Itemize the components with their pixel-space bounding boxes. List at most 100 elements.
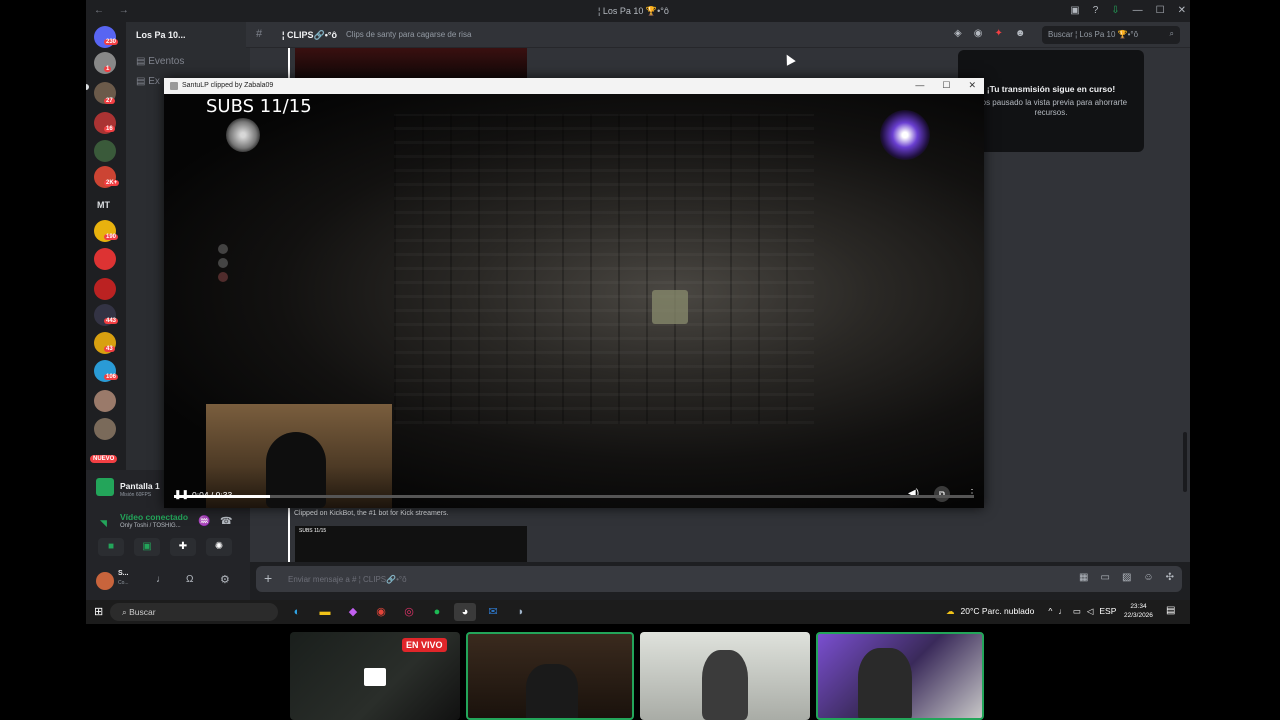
network-icon[interactable]: ▭ xyxy=(1073,606,1081,617)
inbox-icon[interactable]: ▣ xyxy=(1070,5,1079,16)
server-badge: 443 xyxy=(104,318,119,324)
monitor-icon xyxy=(364,668,386,686)
maximize-button[interactable]: ☐ xyxy=(1156,5,1165,16)
screen-share-icon xyxy=(96,478,114,496)
members-icon[interactable]: ☻ xyxy=(1015,28,1026,39)
close-button[interactable]: ✕ xyxy=(1178,5,1186,16)
chrome-icon[interactable]: ◉ xyxy=(370,603,392,621)
hash-icon: # xyxy=(256,28,263,40)
soundboard-button[interactable]: ✺ xyxy=(206,538,232,556)
new-badge: NUEVO xyxy=(90,455,118,463)
notice-heading: ¡Tu transmisión sigue en curso! xyxy=(986,84,1116,94)
player-maximize-button[interactable]: ☐ xyxy=(942,80,950,91)
user-name: S... xyxy=(118,570,129,577)
language-indicator[interactable]: ESP xyxy=(1099,606,1116,617)
server-icon[interactable] xyxy=(94,248,116,270)
server-icon[interactable] xyxy=(94,140,116,162)
channel-ex[interactable]: ▤ Ex xyxy=(136,76,160,87)
mic-tray-icon[interactable]: ♩ xyxy=(1058,606,1067,617)
noise-suppression-icon[interactable]: ♒ xyxy=(198,516,210,527)
server-name[interactable]: Los Pa 10... xyxy=(136,30,186,40)
clip-thumbnail[interactable] xyxy=(295,48,527,78)
camera-button[interactable]: ■ xyxy=(98,538,124,556)
gif-icon[interactable]: ▭ xyxy=(1100,572,1109,583)
brick-wall xyxy=(394,114,814,424)
clip-embed-bar xyxy=(288,48,290,78)
mt-server-label[interactable]: MT xyxy=(97,200,110,210)
screen-share-row[interactable]: Pantalla 1 Misión 60FPS xyxy=(96,478,160,498)
voice-status: Vídeo conectado xyxy=(120,512,189,522)
settings-icon[interactable]: ⚙ xyxy=(220,573,230,586)
dm-badge: 230 xyxy=(104,39,119,45)
title-bar: ← → ¦ Los Pa 10 🏆•°ô ▣ ? ⇩ — ☐ ✕ xyxy=(86,0,1190,22)
chevron-up-icon[interactable]: ^ xyxy=(1048,606,1052,617)
share-screen-button[interactable]: ▣ xyxy=(134,538,160,556)
player-close-button[interactable]: ✕ xyxy=(968,80,976,91)
sticker-icon[interactable]: ▨ xyxy=(1122,572,1131,583)
disconnect-icon[interactable]: ☎ xyxy=(220,516,232,527)
channel-events[interactable]: ▤ Eventos xyxy=(136,56,184,67)
video-progress-bar[interactable] xyxy=(174,495,974,498)
mic-icon[interactable]: ♩ xyxy=(156,574,166,585)
calendar-icon: ▤ xyxy=(136,56,146,67)
opera-gx-icon[interactable]: ◎ xyxy=(398,603,420,621)
emoji-icon[interactable]: ☺ xyxy=(1143,572,1153,583)
search-input[interactable]: Buscar ¦ Los Pa 10 🏆•°ô ⌕ xyxy=(1042,26,1180,44)
activities-button[interactable]: ✚ xyxy=(170,538,196,556)
mail-icon[interactable]: ✉ xyxy=(482,603,504,621)
taskbar-search[interactable]: ⌕ Buscar xyxy=(110,603,278,621)
search-placeholder: Buscar ¦ Los Pa 10 🏆•°ô xyxy=(1048,30,1139,39)
player-window-title: SantuLP clipped by Zabala09 xyxy=(182,82,274,89)
clip-thumb-label: SUBS 11/15 xyxy=(299,528,327,534)
screen-share-label: Pantalla 1 xyxy=(120,481,160,491)
spotify-icon[interactable]: ● xyxy=(426,603,448,621)
server-icon[interactable] xyxy=(94,390,116,412)
participant-silhouette xyxy=(702,650,748,720)
message-composer[interactable]: + Enviar mensaje a # ¦ CLIPS🔗•°ô ▦ ▭ ▨ ☺… xyxy=(256,566,1182,592)
notifications-icon[interactable]: ▤ xyxy=(1166,605,1175,616)
server-icon[interactable] xyxy=(94,418,116,440)
player-minimize-button[interactable]: — xyxy=(915,80,924,91)
back-forward-nav[interactable]: ← → xyxy=(94,5,135,16)
steam-icon[interactable]: ◗ xyxy=(510,603,532,621)
minimize-button[interactable]: — xyxy=(1133,5,1143,16)
apps-icon[interactable]: ✣ xyxy=(1166,572,1174,583)
chat-scrollbar[interactable] xyxy=(1183,432,1187,492)
weather-text[interactable]: 20°C Parc. nublado xyxy=(961,606,1035,617)
server-badge: 43 xyxy=(104,346,115,352)
picture-in-picture-icon[interactable]: ⧉ xyxy=(934,486,950,502)
channel-header: Los Pa 10... # ¦ CLIPS🔗•°ô Clips de sant… xyxy=(136,22,1190,48)
voice-channel[interactable]: Only Toshi / TOSHIG... xyxy=(120,523,181,529)
channel-name: ¦ CLIPS🔗•°ô xyxy=(282,30,337,40)
gift-icon[interactable]: ▦ xyxy=(1079,572,1088,583)
system-clock[interactable]: 23:34 22/3/2026 xyxy=(1124,602,1153,620)
pin-icon[interactable]: ✦ xyxy=(994,28,1002,39)
video-frame[interactable]: SUBS 11/15 ❚❚ 0:04 / 0:33 ◀) ⧉ ⋮ xyxy=(164,94,984,508)
clock-date: 22/3/2026 xyxy=(1124,612,1153,619)
taskbar-apps: ◐ ▬ ◆ ◉ ◎ ● ◕ ✉ ◗ xyxy=(286,603,532,621)
server-icon[interactable] xyxy=(94,278,116,300)
clip-thumbnail[interactable]: SUBS 11/15 xyxy=(295,526,527,562)
live-badge: EN VIVO xyxy=(402,638,447,652)
edge-icon[interactable]: ◐ xyxy=(286,603,308,621)
player-title-bar: SantuLP clipped by Zabala09 — ☐ ✕ xyxy=(164,78,984,94)
server-badge: 27 xyxy=(104,98,115,104)
add-attachment-icon[interactable]: + xyxy=(264,570,272,586)
file-explorer-icon[interactable]: ▬ xyxy=(314,603,336,621)
active-pip xyxy=(86,84,89,90)
avatar[interactable] xyxy=(96,572,114,590)
volume-icon[interactable]: ◁ xyxy=(1087,606,1094,617)
server-badge: 190 xyxy=(104,234,119,240)
cam-card-2 xyxy=(640,632,810,720)
participant-silhouette xyxy=(526,664,578,718)
help-icon[interactable]: ? xyxy=(1093,5,1099,16)
download-icon[interactable]: ⇩ xyxy=(1111,5,1119,16)
copilot-icon[interactable]: ◆ xyxy=(342,603,364,621)
headphones-icon[interactable]: Ω xyxy=(186,574,193,585)
ingame-chat-overlay xyxy=(218,244,288,286)
channel-topic[interactable]: Clips de santy para cagarse de risa xyxy=(346,30,471,39)
windows-start-icon[interactable]: ⊞ xyxy=(94,605,103,618)
notification-icon[interactable]: ◉ xyxy=(974,28,983,39)
discord-icon[interactable]: ◕ xyxy=(454,603,476,621)
threads-icon[interactable]: ◈ xyxy=(954,28,962,39)
